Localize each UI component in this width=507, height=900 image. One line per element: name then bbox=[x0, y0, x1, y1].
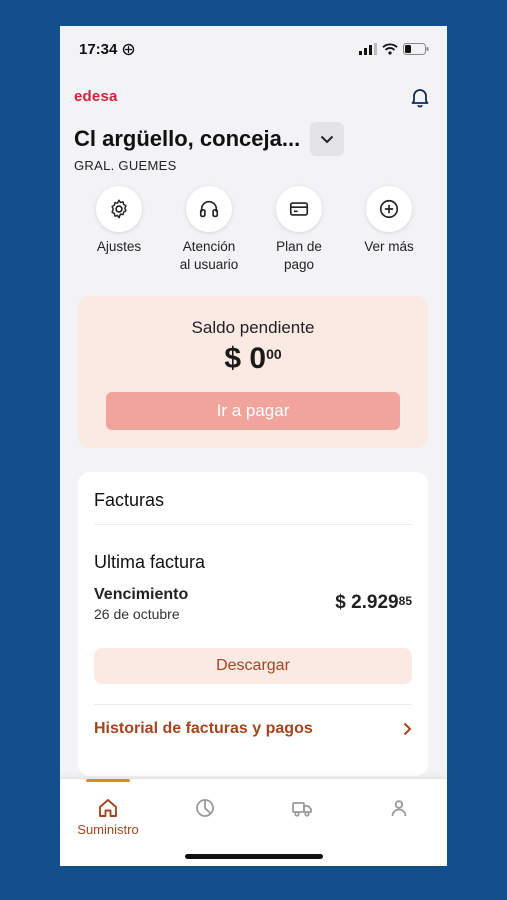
address-subtitle: GRAL. GUEMES bbox=[74, 158, 177, 173]
bottom-nav: Suministro bbox=[60, 778, 447, 866]
history-link-label: Historial de facturas y pagos bbox=[94, 720, 313, 737]
quick-action-circle[interactable] bbox=[276, 186, 322, 232]
status-time: 17:34 bbox=[79, 40, 118, 58]
invoice-amount-cents: 85 bbox=[398, 594, 412, 608]
download-button[interactable]: Descargar bbox=[94, 648, 412, 684]
quick-action-support[interactable]: Atención al usuario bbox=[166, 186, 252, 274]
card-icon bbox=[289, 202, 309, 216]
balance-label: Saldo pendiente bbox=[191, 318, 315, 337]
balance-amount-main: $ 0 bbox=[224, 342, 267, 375]
truck-icon bbox=[292, 802, 312, 817]
bell-icon[interactable] bbox=[409, 86, 431, 108]
home-icon bbox=[99, 799, 117, 817]
divider bbox=[94, 524, 412, 525]
address-title: Cl argüello, conceja... bbox=[74, 126, 301, 151]
quick-action-circle[interactable] bbox=[186, 186, 232, 232]
brand-logo: edesa bbox=[74, 88, 118, 105]
quick-action-circle[interactable] bbox=[96, 186, 142, 232]
balance-amount-cents: 00 bbox=[266, 346, 282, 362]
quick-action-settings[interactable]: Ajustes bbox=[76, 186, 162, 274]
nav-item-services[interactable] bbox=[254, 779, 350, 839]
quick-action-circle[interactable] bbox=[366, 186, 412, 232]
plus-circle-icon bbox=[379, 199, 399, 219]
quick-action-label: Plan de pago bbox=[276, 239, 322, 272]
chevron-down-icon bbox=[320, 135, 334, 143]
chevron-right-icon bbox=[403, 722, 412, 736]
activity-icon bbox=[123, 43, 135, 55]
due-date: 26 de octubre bbox=[94, 606, 180, 622]
nav-active-indicator bbox=[86, 779, 130, 782]
invoice-amount-main: $ 2.929 bbox=[335, 592, 399, 613]
due-label: Vencimiento bbox=[94, 586, 189, 603]
quick-action-more[interactable]: Ver más bbox=[346, 186, 432, 274]
quick-action-payment-plan[interactable]: Plan de pago bbox=[256, 186, 342, 274]
quick-action-label: Atención al usuario bbox=[179, 239, 239, 272]
wifi-icon bbox=[382, 43, 398, 55]
quick-actions: Ajustes Atención al usuario Plan de pago… bbox=[76, 186, 432, 274]
nav-label-supply: Suministro bbox=[77, 822, 139, 837]
invoices-card: Facturas Ultima factura Vencimiento 26 d… bbox=[78, 472, 428, 776]
user-icon bbox=[391, 800, 407, 817]
quick-action-label: Ajustes bbox=[96, 239, 142, 254]
invoices-title: Facturas bbox=[94, 490, 165, 510]
quick-action-label: Ver más bbox=[364, 239, 414, 254]
status-bar: 17:34 bbox=[60, 26, 447, 72]
headset-icon bbox=[199, 200, 219, 218]
nav-item-profile[interactable] bbox=[351, 779, 447, 839]
nav-item-supply[interactable]: Suministro bbox=[60, 779, 156, 839]
balance-amount: $ 000 bbox=[78, 342, 428, 376]
address-selector[interactable]: Cl argüello, conceja... bbox=[74, 122, 345, 156]
nav-item-consumption[interactable] bbox=[157, 779, 253, 839]
signal-icon bbox=[359, 43, 377, 55]
divider bbox=[94, 704, 412, 705]
phone-screen: 17:34 edesa Cl argüello, conceja... GRAL… bbox=[60, 26, 447, 866]
invoice-amount: $ 2.92985 bbox=[335, 592, 412, 614]
last-invoice-title: Ultima factura bbox=[94, 552, 206, 572]
history-link[interactable]: Historial de facturas y pagos bbox=[94, 720, 412, 738]
pie-chart-icon bbox=[196, 799, 214, 817]
gear-icon bbox=[111, 199, 127, 219]
balance-card: Saldo pendiente $ 000 Ir a pagar bbox=[78, 296, 428, 448]
pay-button[interactable]: Ir a pagar bbox=[106, 392, 400, 430]
battery-icon bbox=[403, 43, 429, 55]
address-dropdown-button[interactable] bbox=[310, 122, 345, 156]
home-indicator bbox=[185, 854, 323, 859]
